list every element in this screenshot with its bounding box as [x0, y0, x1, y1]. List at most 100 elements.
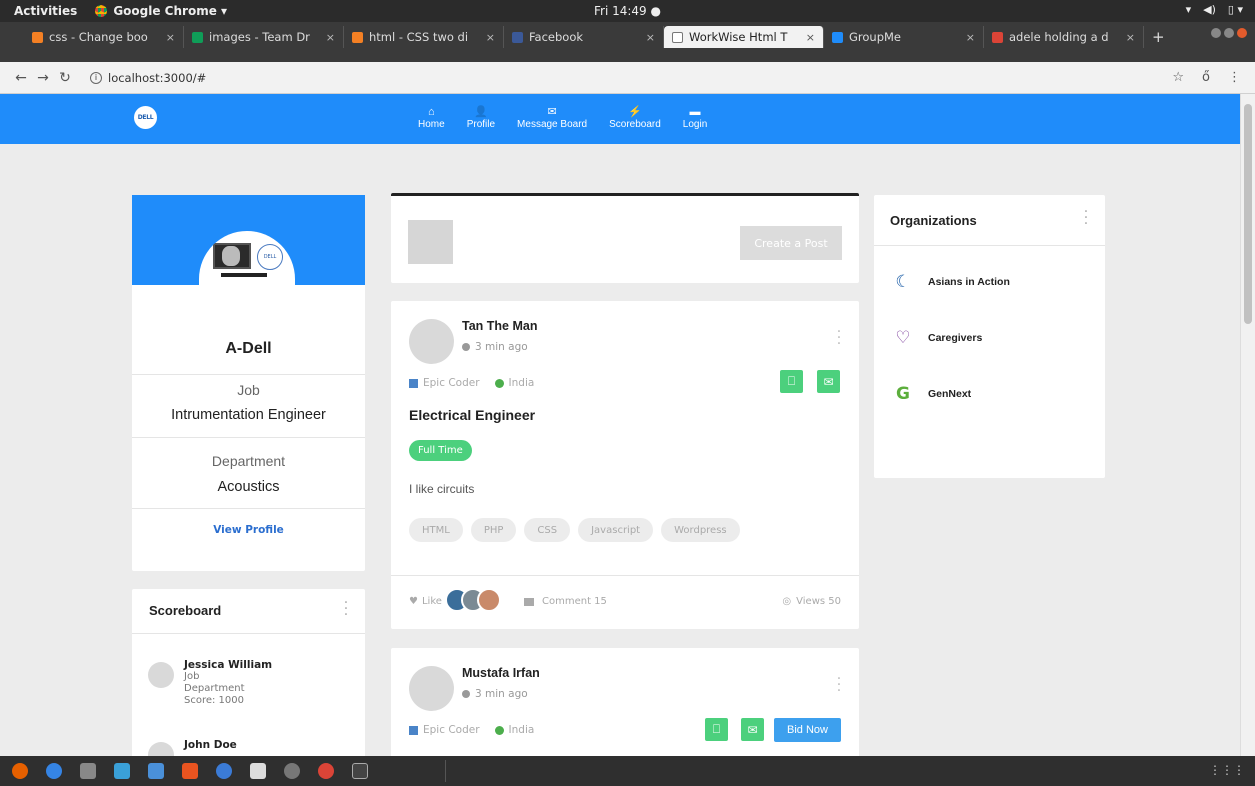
message-button[interactable]: ✉ — [741, 718, 764, 741]
address-bar-actions: ☆ ő ⋮ — [1172, 70, 1241, 85]
page-scrollbar[interactable] — [1240, 94, 1255, 756]
skill-tag[interactable]: PHP — [470, 518, 517, 542]
skill-tag[interactable]: Javascript — [578, 518, 654, 542]
window-close-button[interactable] — [1237, 28, 1247, 38]
minimize-button[interactable] — [1211, 28, 1221, 38]
files-icon[interactable] — [46, 763, 62, 779]
scoreboard-title: Scoreboard — [149, 603, 222, 618]
terminal-icon[interactable] — [352, 763, 368, 779]
google-icon — [992, 31, 1003, 43]
avatar — [148, 662, 174, 688]
tab-close-icon[interactable]: × — [1126, 31, 1135, 44]
chrome-icon[interactable] — [318, 763, 334, 779]
comment-label: Comment 15 — [542, 596, 607, 607]
avatar — [148, 742, 174, 756]
scoreboard-department: Department — [184, 683, 245, 694]
scoreboard-row[interactable]: John Doe — [148, 739, 237, 756]
dock-divider — [445, 760, 446, 782]
more-options-icon[interactable]: · · · — [343, 596, 349, 622]
url-text[interactable]: localhost:3000/# — [108, 71, 206, 85]
app-grid-icon[interactable]: ⋮⋮⋮ — [1209, 763, 1245, 777]
globe-icon — [494, 378, 504, 388]
browser-tab[interactable]: adele holding a d × — [984, 26, 1144, 48]
tab-title: images - Team Dr — [209, 30, 310, 44]
message-button[interactable]: ✉ — [817, 370, 840, 393]
browser-tab[interactable]: images - Team Dr × — [184, 26, 344, 48]
bookmark-button[interactable]: ⎕ — [780, 370, 803, 393]
skill-tag[interactable]: CSS — [524, 518, 571, 542]
forward-arrow-icon[interactable]: → — [32, 70, 54, 86]
scoreboard-row[interactable]: Jessica William Job Department Score: 10… — [148, 659, 272, 707]
url-field[interactable]: i localhost:3000/# — [90, 71, 206, 85]
post-time: 3 min ago — [462, 688, 528, 700]
like-button[interactable]: ♥ Like — [409, 596, 442, 607]
activities-button[interactable]: Activities — [14, 4, 77, 18]
organization-item[interactable]: ♡ Caregivers — [894, 329, 982, 347]
firefox-icon[interactable] — [12, 763, 28, 779]
nav-item-message-board[interactable]: ✉ Message Board — [517, 105, 587, 130]
chrome-menu-icon[interactable]: ⋮ — [1228, 70, 1241, 85]
bookmark-button[interactable]: ⎕ — [705, 718, 728, 741]
post-author[interactable]: Mustafa Irfan — [462, 666, 540, 680]
extension-icon[interactable]: ő — [1202, 70, 1210, 85]
system-tray[interactable]: ▾ ◀) ▯ ▾ — [1186, 3, 1243, 16]
tab-close-icon[interactable]: × — [966, 31, 975, 44]
scoreboard-name: Jessica William — [184, 659, 273, 671]
post-author[interactable]: Tan The Man — [462, 319, 537, 333]
calculator-icon[interactable] — [80, 763, 96, 779]
settings-icon[interactable] — [284, 763, 300, 779]
software-center-icon[interactable] — [182, 763, 198, 779]
bookmark-star-icon[interactable]: ☆ — [1172, 70, 1184, 85]
browser-tab[interactable]: GroupMe × — [824, 26, 984, 48]
envelope-icon: ✉ — [747, 722, 758, 737]
view-profile-link[interactable]: View Profile — [132, 524, 365, 536]
scrollbar-thumb[interactable] — [1244, 104, 1252, 324]
nav-item-scoreboard[interactable]: ⚡ Scoreboard — [609, 105, 661, 130]
organization-item[interactable]: ☾ Asians in Action — [894, 273, 1010, 291]
document-icon[interactable] — [148, 763, 164, 779]
nav-item-home[interactable]: ⌂ Home — [418, 105, 445, 130]
building-icon — [409, 725, 418, 735]
tab-close-icon[interactable]: × — [326, 31, 335, 44]
app-menu[interactable]: Google Chrome ▾ — [95, 4, 227, 18]
job-title[interactable]: Electrical Engineer — [409, 407, 535, 423]
info-icon[interactable]: i — [90, 71, 102, 84]
comment-icon — [524, 597, 534, 606]
more-options-icon[interactable]: · · · — [836, 325, 842, 351]
tab-close-icon[interactable]: × — [806, 31, 815, 44]
new-tab-button[interactable]: + — [1152, 26, 1165, 48]
skill-tag[interactable]: Wordpress — [661, 518, 740, 542]
browser-tab[interactable]: html - CSS two di × — [344, 26, 504, 48]
scoreboard-card: Scoreboard · · · Jessica William Job Depar… — [132, 589, 365, 756]
nav-item-profile[interactable]: 👤 Profile — [467, 105, 495, 130]
tab-close-icon[interactable]: × — [646, 31, 655, 44]
create-post-button[interactable]: Create a Post — [740, 226, 842, 260]
post-meta: Epic Coder India — [409, 377, 534, 389]
reload-icon[interactable]: ↻ — [54, 70, 76, 86]
amazon-icon[interactable] — [250, 763, 266, 779]
more-options-icon[interactable]: · · · — [1083, 205, 1089, 231]
more-options-icon[interactable]: · · · — [836, 672, 842, 698]
company-name: Epic Coder — [423, 377, 480, 389]
organization-item[interactable]: G GenNext — [894, 385, 971, 403]
browser-tab[interactable]: Facebook × — [504, 26, 664, 48]
tab-close-icon[interactable]: × — [486, 31, 495, 44]
dell-logo[interactable]: DELL — [134, 106, 157, 129]
maximize-button[interactable] — [1224, 28, 1234, 38]
job-value: Intrumentation Engineer — [171, 407, 326, 423]
keyboard-image — [221, 273, 267, 277]
profile-avatar: DELL — [199, 231, 295, 285]
liker-avatars[interactable] — [445, 588, 501, 612]
skill-tags: HTML PHP CSS Javascript Wordpress — [409, 518, 740, 542]
nav-item-login[interactable]: ▬ Login — [683, 105, 707, 130]
tab-close-icon[interactable]: × — [166, 31, 175, 44]
writer-icon[interactable] — [114, 763, 130, 779]
browser-tab[interactable]: css - Change boo × — [24, 26, 184, 48]
help-icon[interactable] — [216, 763, 232, 779]
browser-tab[interactable]: WorkWise Html T × — [664, 26, 824, 48]
bid-now-button[interactable]: Bid Now — [774, 718, 841, 742]
facebook-icon — [512, 31, 523, 43]
comment-button[interactable]: Comment 15 — [524, 596, 607, 607]
skill-tag[interactable]: HTML — [409, 518, 463, 542]
back-arrow-icon[interactable]: ← — [10, 70, 32, 86]
